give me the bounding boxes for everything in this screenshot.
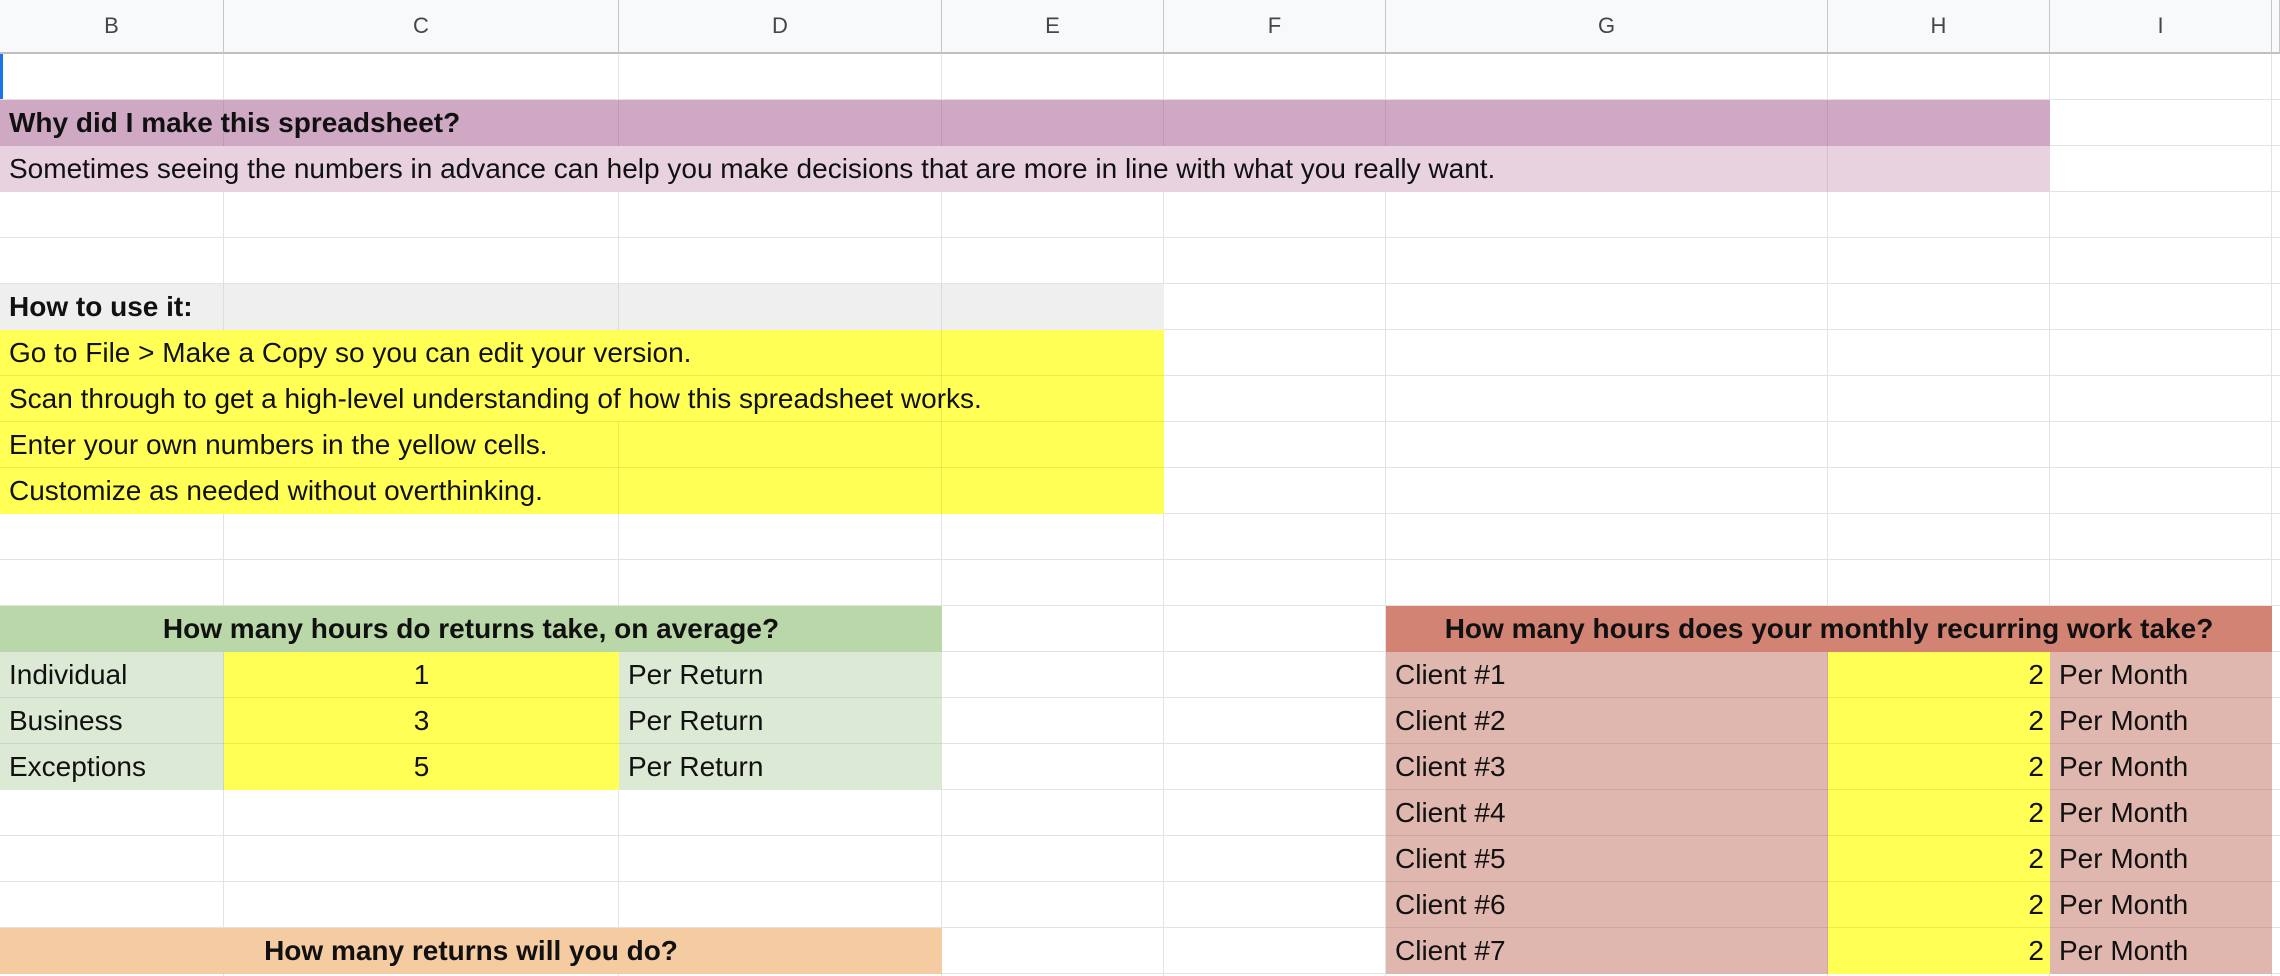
client-hours-input[interactable]: 2 bbox=[1828, 836, 2050, 882]
returns-hours-input[interactable]: 5 bbox=[224, 744, 619, 790]
howto-title[interactable]: How to use it: bbox=[0, 284, 1164, 330]
gridline-vertical bbox=[223, 54, 224, 976]
client-label[interactable]: Client #5 bbox=[1386, 836, 1828, 882]
column-header-g[interactable]: G bbox=[1386, 0, 1828, 54]
gridline-vertical bbox=[1163, 54, 1164, 976]
gridline-horizontal bbox=[0, 559, 2280, 560]
howto-step[interactable]: Go to File > Make a Copy so you can edit… bbox=[0, 330, 1164, 376]
client-label[interactable]: Client #4 bbox=[1386, 790, 1828, 836]
active-cell-indicator bbox=[0, 54, 3, 99]
returns-type-label[interactable]: Exceptions bbox=[0, 744, 224, 790]
column-header-f[interactable]: F bbox=[1164, 0, 1386, 54]
client-unit-label[interactable]: Per Month bbox=[2050, 698, 2272, 744]
client-hours-input[interactable]: 2 bbox=[1828, 882, 2050, 928]
returns-unit-label[interactable]: Per Return bbox=[619, 698, 942, 744]
client-hours-input[interactable]: 2 bbox=[1828, 928, 2050, 974]
howto-step[interactable]: Enter your own numbers in the yellow cel… bbox=[0, 422, 1164, 468]
client-unit-label[interactable]: Per Month bbox=[2050, 652, 2272, 698]
client-hours-input[interactable]: 2 bbox=[1828, 744, 2050, 790]
column-header-h[interactable]: H bbox=[1828, 0, 2050, 54]
client-unit-label[interactable]: Per Month bbox=[2050, 790, 2272, 836]
returns-type-label[interactable]: Business bbox=[0, 698, 224, 744]
column-header-e[interactable]: E bbox=[942, 0, 1164, 54]
column-header-b[interactable]: B bbox=[0, 0, 224, 54]
spreadsheet-grid: BCDEFGHI Why did I make this spreadsheet… bbox=[0, 0, 2280, 976]
client-hours-input[interactable]: 2 bbox=[1828, 652, 2050, 698]
returns-hours-input[interactable]: 1 bbox=[224, 652, 619, 698]
returns-unit-label[interactable]: Per Return bbox=[619, 744, 942, 790]
client-unit-label[interactable]: Per Month bbox=[2050, 744, 2272, 790]
howto-step[interactable]: Customize as needed without overthinking… bbox=[0, 468, 1164, 514]
client-label[interactable]: Client #1 bbox=[1386, 652, 1828, 698]
gridline-horizontal bbox=[0, 237, 2280, 238]
client-label[interactable]: Client #2 bbox=[1386, 698, 1828, 744]
why-title[interactable]: Why did I make this spreadsheet? bbox=[0, 100, 2050, 146]
client-label[interactable]: Client #3 bbox=[1386, 744, 1828, 790]
why-body[interactable]: Sometimes seeing the numbers in advance … bbox=[0, 146, 2050, 192]
client-unit-label[interactable]: Per Month bbox=[2050, 928, 2272, 974]
returns-unit-label[interactable]: Per Return bbox=[619, 652, 942, 698]
column-header-spacer bbox=[2272, 0, 2280, 54]
client-hours-input[interactable]: 2 bbox=[1828, 698, 2050, 744]
column-header-i[interactable]: I bbox=[2050, 0, 2272, 54]
returns-hours-input[interactable]: 3 bbox=[224, 698, 619, 744]
column-header-d[interactable]: D bbox=[619, 0, 942, 54]
returns-hours-title[interactable]: How many hours do returns take, on avera… bbox=[0, 606, 942, 652]
returns-type-label[interactable]: Individual bbox=[0, 652, 224, 698]
gridline-vertical bbox=[941, 54, 942, 976]
client-unit-label[interactable]: Per Month bbox=[2050, 836, 2272, 882]
returns-count-title[interactable]: How many returns will you do? bbox=[0, 928, 942, 974]
client-hours-input[interactable]: 2 bbox=[1828, 790, 2050, 836]
howto-step[interactable]: Scan through to get a high-level underst… bbox=[0, 376, 1164, 422]
column-header-c[interactable]: C bbox=[224, 0, 619, 54]
monthly-title[interactable]: How many hours does your monthly recurri… bbox=[1386, 606, 2272, 652]
client-label[interactable]: Client #6 bbox=[1386, 882, 1828, 928]
client-unit-label[interactable]: Per Month bbox=[2050, 882, 2272, 928]
gridline-vertical bbox=[618, 54, 619, 976]
client-label[interactable]: Client #7 bbox=[1386, 928, 1828, 974]
